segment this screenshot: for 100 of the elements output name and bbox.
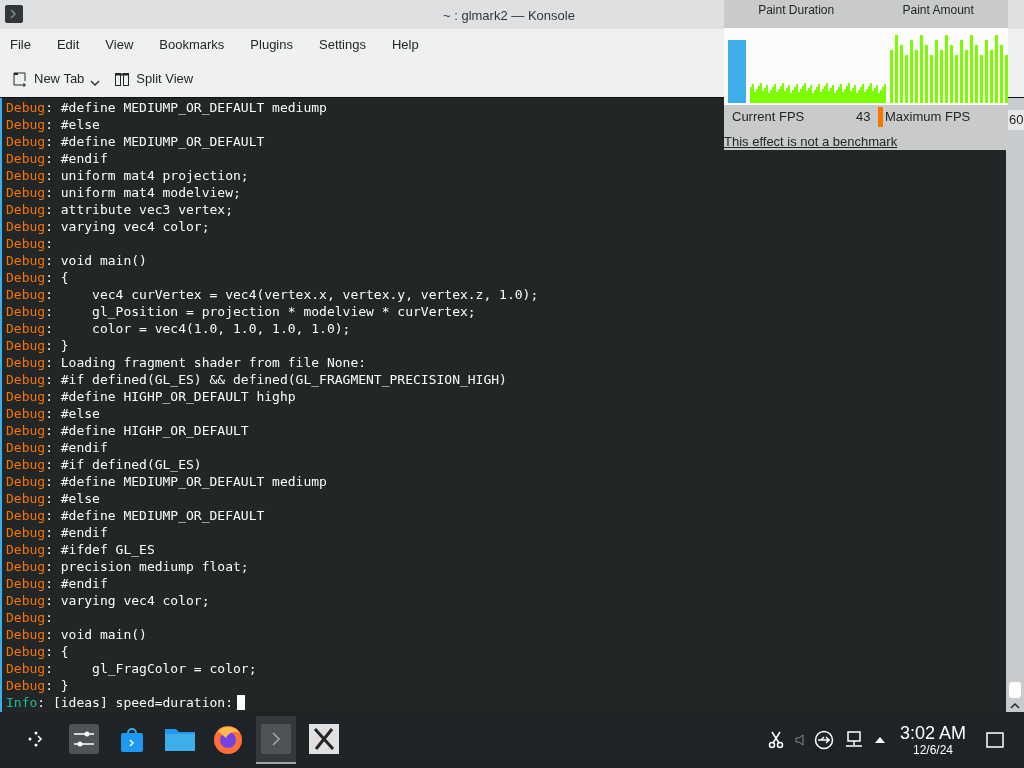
log-text: : #define MEDIUMP_OR_DEFAULT mediump bbox=[45, 473, 327, 490]
menu-item[interactable]: File bbox=[10, 34, 31, 55]
log-level: Debug bbox=[6, 133, 46, 150]
clock-time[interactable]: 3:02 AM bbox=[899, 723, 966, 743]
log-level: Debug bbox=[6, 184, 46, 201]
fps-marker bbox=[878, 107, 883, 127]
caret-icon bbox=[90, 79, 101, 86]
log-text: : vec4 curVertex = vec4(vertex.x, vertex.y, vertex.z, 1.0); bbox=[45, 286, 539, 303]
log-level: Debug bbox=[6, 201, 46, 218]
log-level: Debug bbox=[6, 303, 46, 320]
new-tab-icon bbox=[12, 70, 28, 87]
log-text: : #endif bbox=[45, 150, 108, 167]
menu-item[interactable]: Edit bbox=[56, 34, 80, 55]
log-text: : #define MEDIUMP_OR_DEFAULT mediump bbox=[45, 99, 327, 116]
graph-title: Paint Duration bbox=[758, 2, 835, 19]
log-level: Debug bbox=[6, 490, 46, 507]
log-level: Debug bbox=[6, 439, 46, 456]
graph-title: Paint Amount bbox=[902, 2, 974, 19]
konsole-icon[interactable] bbox=[5, 5, 23, 23]
log-text: : gl_FragColor = color; bbox=[45, 660, 257, 677]
sliders-icon[interactable] bbox=[69, 724, 99, 754]
log-text: : bbox=[45, 609, 53, 626]
speaker-icon[interactable] bbox=[793, 733, 804, 747]
text-cursor bbox=[237, 695, 245, 710]
log-level: Debug bbox=[6, 337, 46, 354]
log-level: Info bbox=[6, 694, 38, 711]
log-level: Debug bbox=[6, 116, 46, 133]
log-text: : precision mediump float; bbox=[45, 558, 249, 575]
menu-item[interactable]: Plugins bbox=[250, 34, 293, 55]
window-title: ~ : glmark2 — Konsole bbox=[443, 7, 575, 25]
benchmark-note: This effect is not a benchmark bbox=[724, 133, 898, 151]
log-level: Debug bbox=[6, 660, 46, 677]
max-fps-value: 60 bbox=[1008, 110, 1024, 130]
browser-icon[interactable] bbox=[212, 723, 244, 755]
log-level: Debug bbox=[6, 643, 46, 660]
menu-item[interactable]: Help bbox=[391, 34, 419, 55]
log-level: Debug bbox=[6, 541, 46, 558]
log-level: Debug bbox=[6, 592, 46, 609]
expand-tray-icon[interactable] bbox=[873, 736, 886, 744]
log-text: : #define MEDIUMP_OR_DEFAULT bbox=[45, 133, 265, 150]
log-level: Debug bbox=[6, 524, 46, 541]
log-text: : #ifdef GL_ES bbox=[45, 541, 155, 558]
log-level: Debug bbox=[6, 473, 46, 490]
log-level: Debug bbox=[6, 609, 46, 626]
x-app-icon[interactable] bbox=[309, 724, 339, 754]
log-text: : } bbox=[45, 337, 69, 354]
log-level: Debug bbox=[6, 320, 46, 337]
scrollbar[interactable] bbox=[1006, 98, 1024, 712]
log-text: : #define HIGHP_OR_DEFAULT bbox=[45, 422, 249, 439]
log-text: : varying vec4 color; bbox=[45, 592, 210, 609]
usb-icon[interactable] bbox=[813, 730, 834, 750]
log-level: Debug bbox=[6, 99, 46, 116]
log-text: : Loading fragment shader from file None: bbox=[45, 354, 367, 371]
log-level: Debug bbox=[6, 252, 46, 269]
log-level: Debug bbox=[6, 150, 46, 167]
scroll-up-icon[interactable] bbox=[1010, 702, 1020, 709]
log-level: Debug bbox=[6, 388, 46, 405]
scroll-thumb[interactable] bbox=[1009, 682, 1021, 698]
new-tab-button[interactable]: New Tab bbox=[12, 65, 101, 92]
log-level: Debug bbox=[6, 507, 46, 524]
log-text: : #endif bbox=[45, 575, 108, 592]
log-text: : color = vec4(1.0, 1.0, 1.0, 1.0); bbox=[45, 320, 351, 337]
log-level: Debug bbox=[6, 167, 46, 184]
log-level: Debug bbox=[6, 269, 46, 286]
log-text: : gl_Position = projection * modelview * curVertex; bbox=[45, 303, 476, 320]
log-text: : #if defined(GL_ES) bbox=[45, 456, 202, 473]
log-text: : uniform mat4 modelview; bbox=[45, 184, 241, 201]
log-level: Debug bbox=[6, 422, 46, 439]
log-level: Debug bbox=[6, 286, 46, 303]
scissors-icon[interactable] bbox=[767, 731, 784, 749]
log-text: : #define HIGHP_OR_DEFAULT highp bbox=[45, 388, 296, 405]
fps-bar bbox=[728, 40, 746, 103]
log-level: Debug bbox=[6, 575, 46, 592]
current-fps-value: 43 bbox=[856, 108, 872, 127]
log-text: : #else bbox=[45, 116, 100, 133]
log-level: Debug bbox=[6, 371, 46, 388]
log-text: : [ideas] speed=duration: bbox=[37, 694, 233, 711]
log-text: : { bbox=[45, 269, 69, 286]
clock-date[interactable]: 12/6/24 bbox=[912, 743, 953, 757]
log-level: Debug bbox=[6, 626, 46, 643]
log-text: : uniform mat4 projection; bbox=[45, 167, 249, 184]
log-text: : bbox=[45, 235, 53, 252]
menu-item[interactable]: Settings bbox=[319, 34, 366, 55]
split-view-button[interactable]: Split View bbox=[114, 65, 194, 92]
log-text: : { bbox=[45, 643, 69, 660]
log-level: Debug bbox=[6, 456, 46, 473]
show-desktop-icon[interactable] bbox=[986, 732, 1004, 748]
log-text: : void main() bbox=[45, 626, 147, 643]
log-text: : #define MEDIUMP_OR_DEFAULT bbox=[45, 507, 265, 524]
log-level: Debug bbox=[6, 354, 46, 371]
log-level: Debug bbox=[6, 235, 46, 252]
log-text: : varying vec4 color; bbox=[45, 218, 210, 235]
log-text: : #endif bbox=[45, 524, 108, 541]
log-text: : #if defined(GL_ES) && defined(GL_FRAGMENT_PRECISION_HIGH) bbox=[45, 371, 507, 388]
menu-item[interactable]: Bookmarks bbox=[159, 34, 225, 55]
network-icon[interactable] bbox=[843, 731, 864, 749]
menu-item[interactable]: View bbox=[105, 34, 134, 55]
log-text: : void main() bbox=[45, 252, 147, 269]
split-view-icon bbox=[114, 70, 131, 87]
log-level: Debug bbox=[6, 677, 46, 694]
